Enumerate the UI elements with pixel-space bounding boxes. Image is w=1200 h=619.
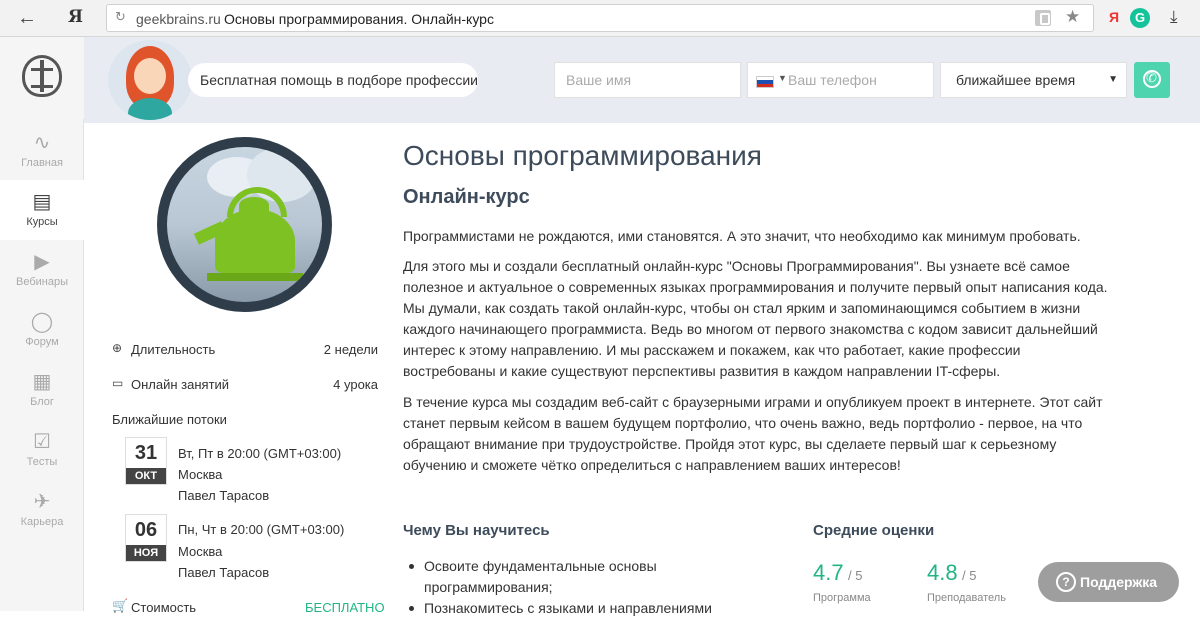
yandex-logo[interactable]: Я — [68, 7, 83, 27]
browser-toolbar: ← Я ↻ geekbrains.ru Основы программирова… — [0, 0, 1200, 37]
brain-logo-icon — [22, 55, 62, 97]
consultant-avatar — [108, 40, 192, 120]
list-item: Освоите фундаментальные основы программи… — [409, 556, 724, 598]
phone-field[interactable]: ▼ — [747, 62, 934, 98]
monitor-icon: ▭ — [112, 376, 124, 390]
download-icon[interactable]: ⤓ — [1170, 7, 1178, 27]
page-subtitle: Онлайн-курс — [403, 186, 530, 208]
sidebar-item-label: Форум — [25, 336, 59, 348]
course-illustration — [157, 137, 332, 312]
description-paragraph: Для этого мы и создали бесплатный онлайн… — [403, 258, 1108, 379]
request-call-button[interactable] — [1134, 62, 1170, 98]
sidebar-item-blog[interactable]: ▦ Блог — [0, 360, 84, 420]
stream-month: НОЯ — [126, 545, 166, 561]
stream-city: Москва — [178, 467, 223, 482]
sidebar-item-label: Вебинары — [16, 276, 68, 288]
phone-icon — [1143, 70, 1161, 88]
lock-icon[interactable] — [1035, 10, 1051, 26]
url-page-title: Основы программирования. Онлайн-курс — [224, 11, 494, 27]
stream-day: 06 — [134, 519, 158, 541]
play-icon: ▶ — [34, 251, 50, 273]
clock-icon: ⊕ — [112, 341, 123, 355]
stream-teacher[interactable]: Павел Тарасов — [178, 488, 269, 503]
intro-paragraph: Программистами не рождаются, ими становя… — [403, 228, 1081, 244]
stream-date-badge: 31 ОКТ — [125, 437, 167, 485]
chat-icon: ◯ — [30, 311, 54, 333]
call-time-select[interactable]: ближайшее время ▼ — [940, 62, 1127, 98]
back-arrow-icon[interactable]: ← — [14, 6, 40, 30]
name-input[interactable] — [554, 62, 741, 98]
sidebar-item-label: Главная — [21, 157, 63, 169]
url-domain: geekbrains.ru — [136, 11, 221, 27]
bookmark-star-icon[interactable]: ★ — [1065, 7, 1080, 27]
rating-max: / 5 — [848, 568, 863, 583]
phone-input[interactable] — [788, 63, 928, 97]
stream-schedule: Пн, Чт в 20:00 (GMT+03:00) — [178, 522, 345, 537]
address-bar[interactable]: ↻ geekbrains.ru Основы программирования.… — [106, 4, 1094, 32]
sidebar-item-tests[interactable]: ☑ Тесты — [0, 420, 84, 480]
call-time-value: ближайшее время — [956, 72, 1076, 88]
stream-teacher[interactable]: Павел Тарасов — [178, 565, 269, 580]
rating-label: Преподаватель — [927, 592, 1006, 604]
support-button[interactable]: ? Поддержка — [1038, 562, 1179, 602]
sidebar-item-label: Тесты — [26, 456, 58, 468]
sidebar-item-courses[interactable]: ▤ Курсы — [0, 180, 84, 240]
left-sidebar: ∿ Главная ▤ Курсы ▶ Вебинары ◯ Форум ▦ Б… — [0, 37, 84, 611]
sidebar-item-label: Курсы — [26, 216, 58, 228]
russia-flag-icon[interactable] — [756, 76, 774, 88]
rocket-icon: ✈ — [33, 491, 51, 513]
cart-icon: 🛒 — [112, 598, 129, 613]
project-paragraph: В течение курса мы создадим веб-сайт с б… — [403, 394, 1103, 473]
upcoming-streams-title: Ближайшие потоки — [112, 412, 227, 427]
callback-header: Бесплатная помощь в подборе профессии ▼ … — [84, 37, 1200, 123]
duration-label: Длительность — [131, 342, 216, 357]
grammarly-extension-icon[interactable]: G — [1130, 8, 1150, 28]
rating-teacher: 4.8 / 5 Преподаватель — [927, 560, 1006, 604]
site-logo[interactable] — [0, 37, 84, 119]
news-icon: ▦ — [32, 371, 52, 393]
cost-label: Стоимость — [131, 600, 197, 615]
duration-value: 2 недели — [323, 342, 378, 357]
lessons-label: Онлайн занятий — [131, 377, 230, 392]
sidebar-item-label: Блог — [30, 396, 54, 408]
free-help-banner: Бесплатная помощь в подборе профессии — [188, 63, 478, 97]
reload-icon[interactable]: ↻ — [115, 9, 126, 25]
sidebar-item-forum[interactable]: ◯ Форум — [0, 300, 84, 360]
yandex-extension-icon[interactable]: Я — [1109, 9, 1119, 25]
cost-value: БЕСПЛАТНО — [305, 600, 385, 615]
list-item: Познакомитесь с языками и направлениями — [409, 598, 724, 619]
question-icon: ? — [1056, 572, 1076, 592]
stream-city: Москва — [178, 544, 223, 559]
lessons-row: ▭ Онлайн занятий 4 урока — [112, 375, 378, 395]
sidebar-item-home[interactable]: ∿ Главная — [0, 121, 84, 181]
sidebar-item-label: Карьера — [20, 516, 64, 528]
lessons-value: 4 урока — [333, 377, 378, 392]
rating-max: / 5 — [962, 568, 977, 583]
stream-date-badge: 06 НОЯ — [125, 514, 167, 562]
rating-program: 4.7 / 5 Программа — [813, 560, 871, 604]
page-title: Основы программирования — [403, 140, 762, 171]
rating-label: Программа — [813, 592, 871, 604]
duration-row: ⊕ Длительность 2 недели — [112, 340, 378, 360]
rating-value: 4.8 — [927, 560, 958, 585]
stream-schedule: Вт, Пт в 20:00 (GMT+03:00) — [178, 446, 342, 461]
country-caret-icon[interactable]: ▼ — [778, 73, 787, 83]
support-label: Поддержка — [1080, 574, 1158, 590]
sidebar-item-career[interactable]: ✈ Карьера — [0, 480, 84, 540]
check-icon: ☑ — [33, 431, 51, 453]
chevron-down-icon: ▼ — [1108, 74, 1118, 85]
learn-section-title: Чему Вы научитесь — [403, 522, 550, 539]
book-icon: ▤ — [32, 191, 52, 213]
stream-day: 31 — [134, 442, 158, 464]
learn-list: Освоите фундаментальные основы программи… — [409, 556, 724, 619]
rating-value: 4.7 — [813, 560, 844, 585]
sidebar-item-webinars[interactable]: ▶ Вебинары — [0, 240, 84, 300]
ratings-section-title: Средние оценки — [813, 522, 935, 539]
stream-month: ОКТ — [126, 468, 166, 484]
pulse-icon: ∿ — [33, 132, 51, 154]
